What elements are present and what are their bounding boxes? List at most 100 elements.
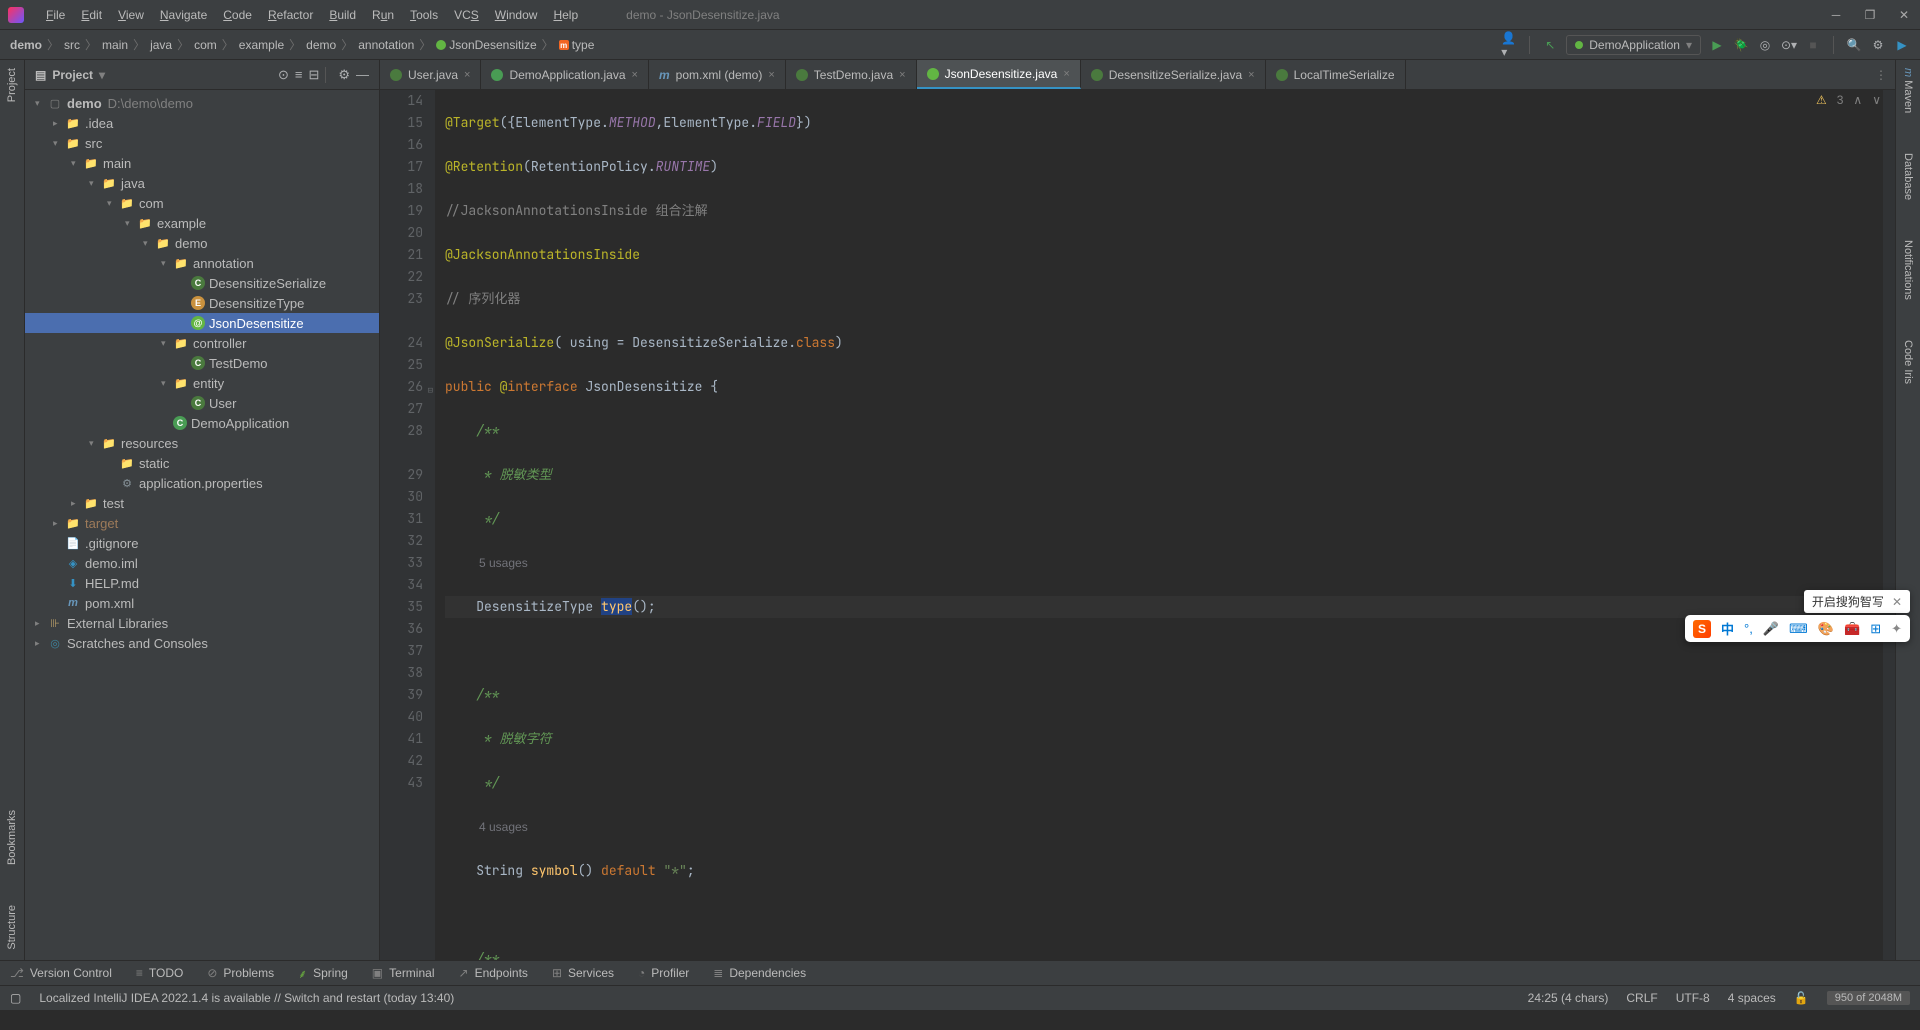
editor-body[interactable]: 14151617181920212223 242526⊟2728 2930313…: [380, 90, 1895, 960]
settings-icon[interactable]: ⚙: [1870, 37, 1886, 53]
breadcrumb-item[interactable]: src: [64, 38, 80, 52]
breadcrumb-item[interactable]: example: [239, 38, 284, 52]
tree-item[interactable]: mpom.xml: [25, 593, 379, 613]
maven-tool-button[interactable]: m Maven: [1902, 68, 1914, 113]
close-icon[interactable]: ✕: [1892, 595, 1902, 609]
tree-root[interactable]: ▾▢demoD:\demo\demo: [25, 93, 379, 113]
readonly-icon[interactable]: 🔓: [1794, 991, 1809, 1005]
profile-icon[interactable]: ⊙▾: [1781, 37, 1797, 53]
notifications-tool-button[interactable]: Notifications: [1902, 240, 1914, 300]
tree-item[interactable]: ⬇HELP.md: [25, 573, 379, 593]
project-tree[interactable]: ▾▢demoD:\demo\demo ▸📁.idea ▾📁src ▾📁main …: [25, 90, 379, 960]
endpoints-button[interactable]: ↗Endpoints: [459, 966, 528, 980]
line-separator[interactable]: CRLF: [1626, 991, 1657, 1005]
tab[interactable]: DesensitizeSerialize.java×: [1081, 60, 1266, 89]
tree-external-libs[interactable]: ▸⊪External Libraries: [25, 613, 379, 633]
close-tab-icon[interactable]: ×: [1063, 68, 1069, 80]
codeiris-tool-button[interactable]: Code Iris: [1902, 340, 1914, 384]
breadcrumb-item[interactable]: demo: [306, 38, 336, 52]
tree-item[interactable]: CTestDemo: [25, 353, 379, 373]
ime-punct-icon[interactable]: °,: [1744, 621, 1753, 636]
ime-settings-icon[interactable]: ✦: [1891, 621, 1902, 637]
tab[interactable]: TestDemo.java×: [786, 60, 917, 89]
tree-item[interactable]: ▸📁test: [25, 493, 379, 513]
indent[interactable]: 4 spaces: [1728, 991, 1776, 1005]
tree-item[interactable]: ⚙application.properties: [25, 473, 379, 493]
close-window-icon[interactable]: ✕: [1896, 8, 1912, 22]
tree-scratches[interactable]: ▸◎Scratches and Consoles: [25, 633, 379, 653]
ime-keyboard-icon[interactable]: ⌨: [1789, 621, 1808, 637]
tree-item-target[interactable]: ▸📁target: [25, 513, 379, 533]
tree-item[interactable]: 📁static: [25, 453, 379, 473]
minimize-pane-icon[interactable]: —: [356, 67, 369, 82]
menu-code[interactable]: Code: [215, 4, 260, 26]
tree-item[interactable]: ▾📁controller: [25, 333, 379, 353]
close-tab-icon[interactable]: ×: [1248, 69, 1254, 81]
tab[interactable]: mpom.xml (demo)×: [649, 60, 786, 89]
breadcrumb-item[interactable]: mtype: [559, 38, 595, 52]
code-area[interactable]: @Target({ElementType.METHOD,ElementType.…: [435, 90, 1883, 960]
breadcrumb-item[interactable]: demo: [10, 38, 42, 52]
run-icon[interactable]: ▶: [1709, 37, 1725, 53]
ime-lang-toggle[interactable]: 中: [1721, 619, 1734, 638]
ime-menu-icon[interactable]: ⊞: [1870, 621, 1881, 637]
ime-tool-icon[interactable]: 🧰: [1844, 621, 1860, 637]
tree-item[interactable]: CDesensitizeSerialize: [25, 273, 379, 293]
minimize-icon[interactable]: ─: [1828, 8, 1844, 22]
tree-item[interactable]: EDesensitizeType: [25, 293, 379, 313]
tabs-more-icon[interactable]: ⋮: [1867, 60, 1895, 89]
debug-icon[interactable]: 🪲: [1733, 37, 1749, 53]
select-opened-icon[interactable]: ⊙: [278, 67, 289, 83]
breadcrumb-item[interactable]: com: [194, 38, 217, 52]
tree-item[interactable]: ▾📁com: [25, 193, 379, 213]
menu-help[interactable]: Help: [545, 4, 586, 26]
tree-item[interactable]: ▾📁resources: [25, 433, 379, 453]
version-control-button[interactable]: ⎇Version Control: [10, 966, 112, 980]
maximize-icon[interactable]: ❐: [1862, 8, 1878, 22]
tree-item-selected[interactable]: @JsonDesensitize: [25, 313, 379, 333]
menu-edit[interactable]: Edit: [73, 4, 110, 26]
menu-view[interactable]: View: [110, 4, 152, 26]
memory-indicator[interactable]: 950 of 2048M: [1827, 991, 1910, 1005]
todo-button[interactable]: ≡TODO: [136, 966, 183, 980]
gutter[interactable]: 14151617181920212223 242526⊟2728 2930313…: [380, 90, 435, 960]
tree-item[interactable]: CDemoApplication: [25, 413, 379, 433]
menu-vcs[interactable]: VCS: [446, 4, 487, 26]
up-icon[interactable]: ∧: [1853, 93, 1862, 107]
database-tool-button[interactable]: Database: [1902, 153, 1914, 200]
services-button[interactable]: ⊞Services: [552, 966, 614, 980]
problems-button[interactable]: ⊘Problems: [207, 966, 274, 980]
play-alt-icon[interactable]: ▶: [1894, 37, 1910, 53]
tree-item[interactable]: 📄.gitignore: [25, 533, 379, 553]
structure-tool-button[interactable]: Structure: [6, 905, 18, 950]
inspection-widget[interactable]: ⚠3 ∧ ∨: [1816, 93, 1881, 107]
ime-toolbar[interactable]: S 中 °, 🎤 ⌨ 🎨 🧰 ⊞ ✦: [1685, 615, 1910, 642]
menu-tools[interactable]: Tools: [402, 4, 446, 26]
down-icon[interactable]: ∨: [1872, 93, 1881, 107]
profiler-button[interactable]: ◔Profiler: [638, 966, 689, 980]
ime-voice-icon[interactable]: 🎤: [1763, 621, 1779, 637]
status-message[interactable]: Localized IntelliJ IDEA 2022.1.4 is avai…: [39, 991, 454, 1005]
back-arrow-icon[interactable]: ↖: [1542, 37, 1558, 53]
breadcrumb-item[interactable]: JsonDesensitize: [436, 38, 536, 52]
caret-position[interactable]: 24:25 (4 chars): [1528, 991, 1609, 1005]
close-tab-icon[interactable]: ×: [464, 69, 470, 81]
tree-item[interactable]: CUser: [25, 393, 379, 413]
encoding[interactable]: UTF-8: [1676, 991, 1710, 1005]
run-configuration-select[interactable]: DemoApplication ▾: [1566, 35, 1701, 55]
tree-item[interactable]: ▾📁example: [25, 213, 379, 233]
tree-item[interactable]: ▾📁src: [25, 133, 379, 153]
tab[interactable]: LocalTimeSerialize: [1266, 60, 1406, 89]
project-pane-title[interactable]: Project: [52, 68, 93, 82]
breadcrumb-item[interactable]: annotation: [358, 38, 414, 52]
sogou-logo-icon[interactable]: S: [1693, 620, 1711, 638]
terminal-button[interactable]: ▣Terminal: [372, 966, 435, 980]
tree-item[interactable]: ▾📁annotation: [25, 253, 379, 273]
close-tab-icon[interactable]: ×: [632, 69, 638, 81]
menu-refactor[interactable]: Refactor: [260, 4, 321, 26]
gear-icon[interactable]: ⚙: [338, 67, 350, 83]
stop-icon[interactable]: ■: [1805, 37, 1821, 53]
tree-item[interactable]: ▾📁entity: [25, 373, 379, 393]
ime-tip-popup[interactable]: 开启搜狗智写 ✕: [1804, 590, 1910, 613]
menu-run[interactable]: Run: [364, 4, 402, 26]
